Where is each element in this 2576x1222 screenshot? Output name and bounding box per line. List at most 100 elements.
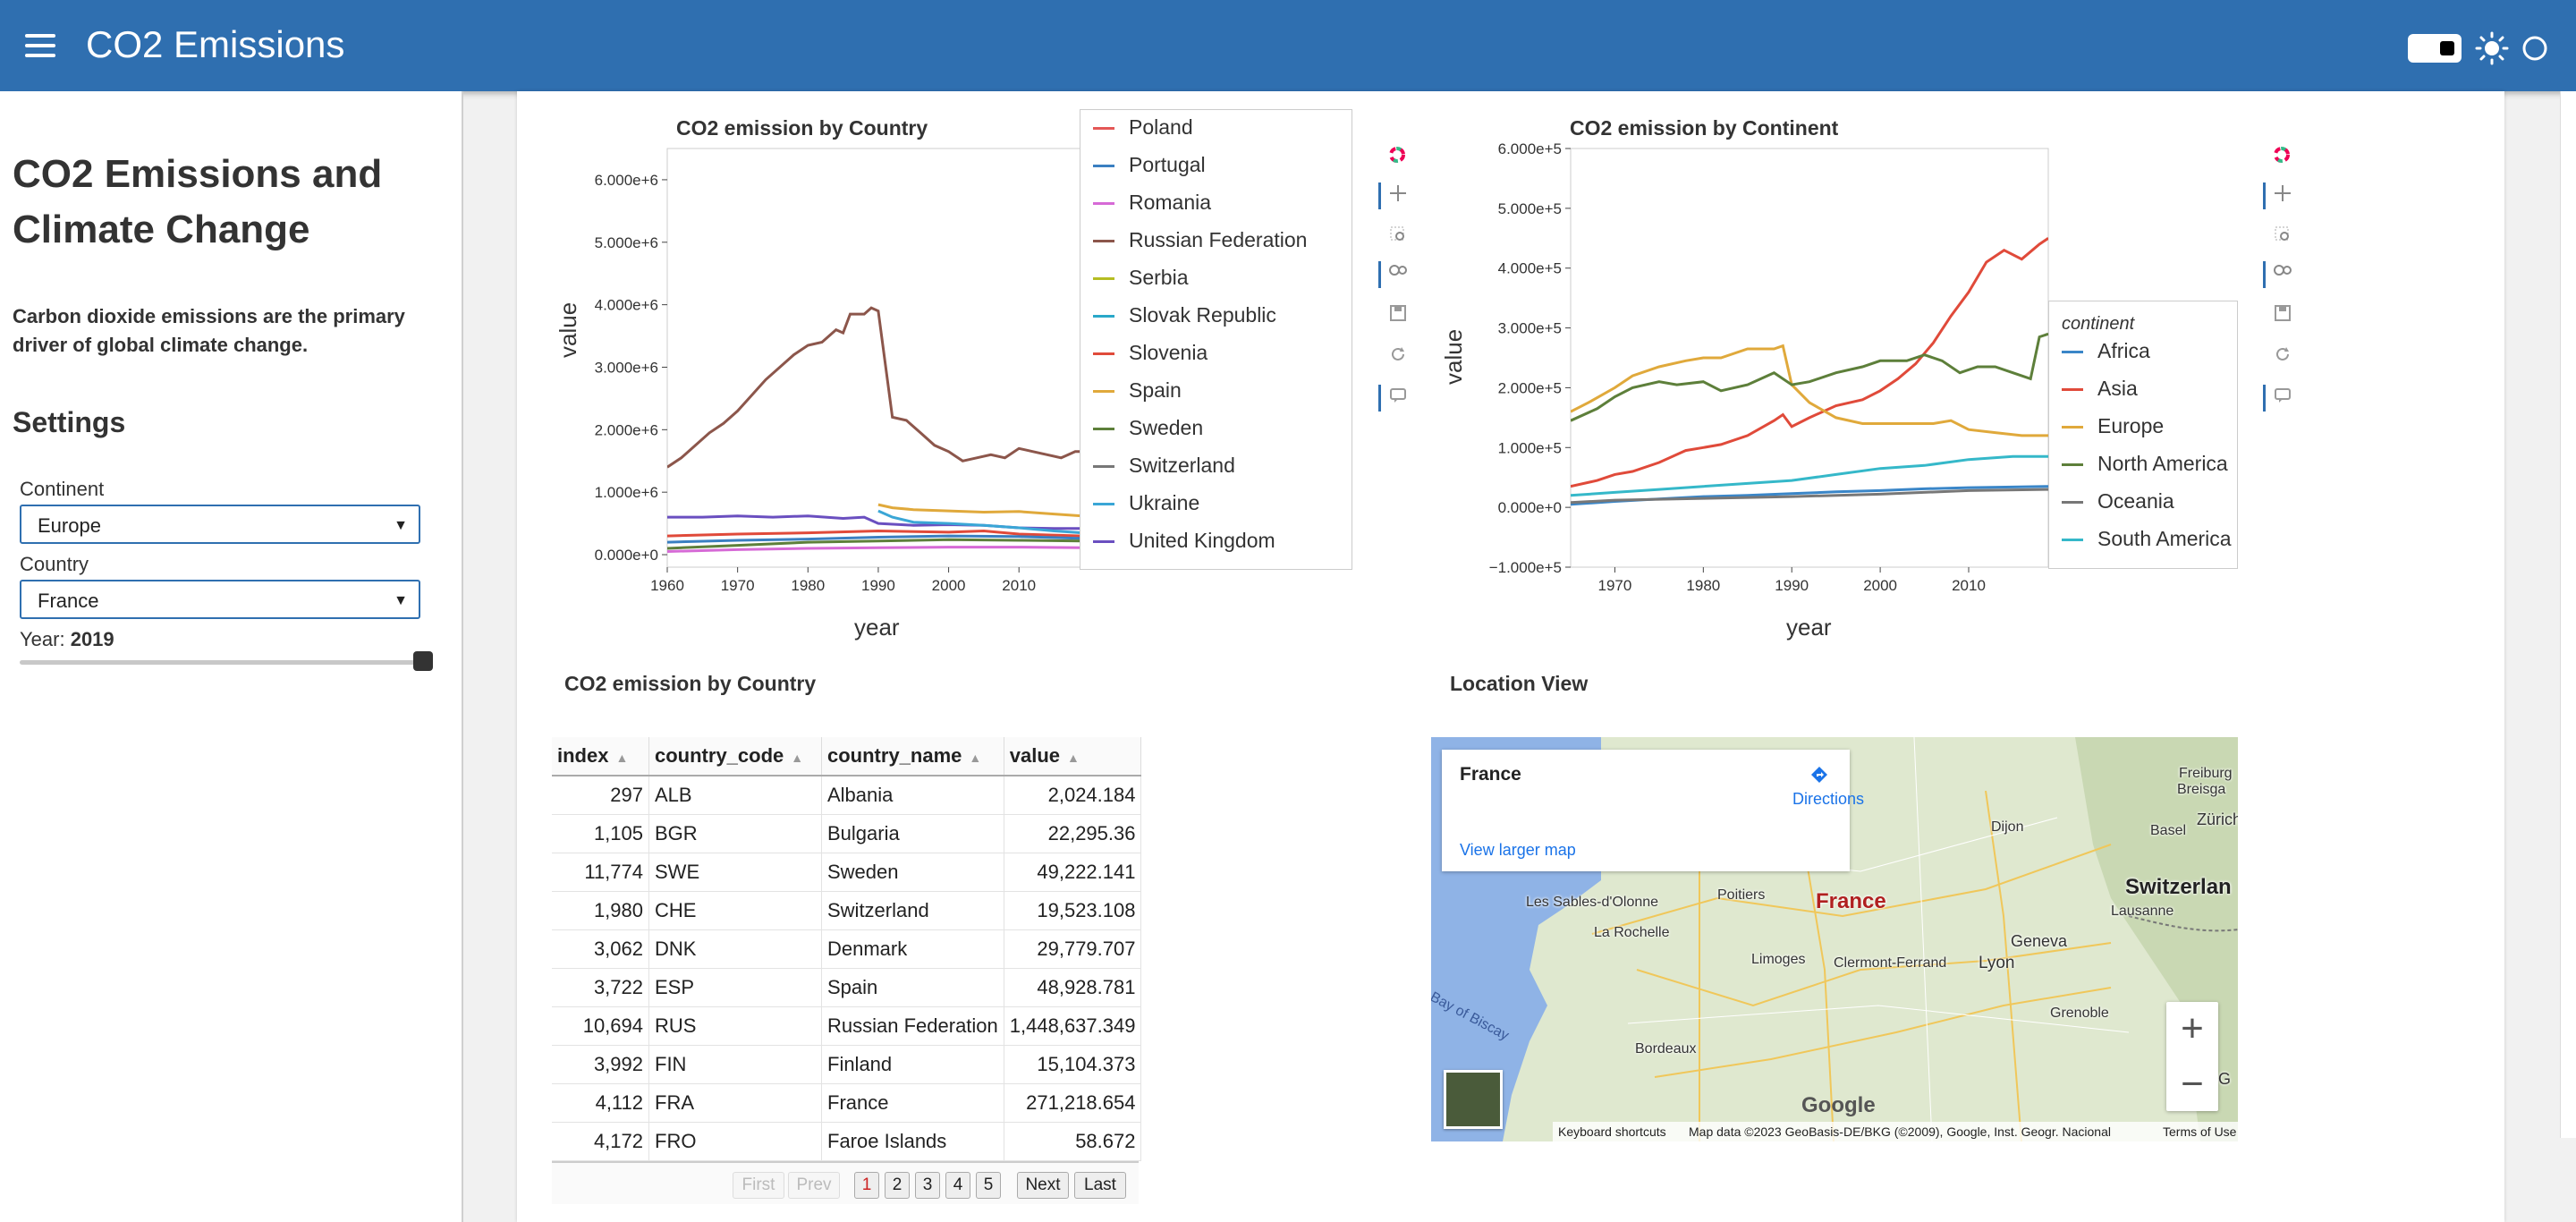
legend-item[interactable]: Oceania [2062,489,2174,516]
column-header-country-name[interactable]: country_name ▲ [821,737,1004,776]
pager-page-5[interactable]: 5 [976,1172,1001,1199]
year-slider-track[interactable] [20,660,422,665]
column-header-value[interactable]: value ▲ [1004,737,1142,776]
table-row[interactable]: 10,694 RUS Russian Federation 1,448,637.349 [552,1006,1142,1046]
legend-item[interactable]: North America [2062,452,2228,479]
legend-item[interactable]: Europe [2062,414,2164,441]
table-row[interactable]: 11,774 SWE Sweden 49,222.141 [552,853,1142,892]
continent-select[interactable]: Europe ▼ [20,505,420,544]
legend-item[interactable]: Portugal [1093,153,1206,180]
caret-down-icon: ▼ [394,518,408,533]
legend-item[interactable]: United Kingdom [1093,529,1275,556]
menu-icon[interactable] [25,34,55,59]
country-label: Country [20,553,89,575]
legend-item[interactable]: Spain [1093,378,1182,405]
reset-icon[interactable] [2263,342,2299,372]
legend-swatch [1093,277,1114,281]
table-cell-index: 10,694 [552,1006,649,1046]
chart-continent-legend[interactable]: continent Africa Asia Europe North America O… [2048,301,2238,569]
table-cell-country-name: Albania [821,776,1004,815]
pager-prev-button[interactable]: Prev [788,1172,840,1199]
keyboard-shortcuts-link[interactable]: Keyboard shortcuts [1558,1124,1666,1139]
legend-swatch [1093,465,1114,469]
reset-icon[interactable] [1378,342,1414,372]
legend-label: Slovak Republic [1129,303,1276,327]
bokeh-logo-icon[interactable] [2263,143,2299,174]
legend-item[interactable]: Sweden [1093,416,1203,443]
legend-item[interactable]: Africa [2062,339,2150,366]
pager-page-4[interactable]: 4 [945,1172,970,1199]
pager-page-2[interactable]: 2 [885,1172,910,1199]
table-row[interactable]: 297 ALB Albania 2,024.184 [552,776,1142,815]
legend-item[interactable]: Asia [2062,377,2138,403]
legend-item[interactable]: Romania [1093,191,1211,217]
legend-swatch [2062,351,2083,354]
wheel-zoom-icon[interactable] [1378,259,1414,290]
table-cell-value: 29,779.707 [1004,929,1142,969]
save-icon[interactable] [1378,301,1414,331]
legend-item[interactable]: Poland [1093,115,1193,142]
bokeh-logo-icon[interactable] [1378,143,1414,174]
legend-label: Switzerland [1129,454,1235,477]
table-row[interactable]: 1,105 BGR Bulgaria 22,295.36 [552,814,1142,853]
table-cell-index: 3,062 [552,929,649,969]
legend-swatch [2062,426,2083,429]
legend-item[interactable]: Russian Federation [1093,228,1307,255]
pager-last-button[interactable]: Last [1074,1172,1126,1199]
box-zoom-icon[interactable] [1378,222,1414,252]
theme-toggle[interactable] [2408,34,2462,63]
sun-icon[interactable] [2474,30,2510,66]
wheel-zoom-icon[interactable] [2263,259,2299,290]
google-logo: Google [1801,1093,1876,1117]
map-view[interactable]: Freiburg Breisga Dijon Basel Zürich Les … [1431,737,2238,1141]
table-row[interactable]: 3,722 ESP Spain 48,928.781 [552,968,1142,1007]
box-zoom-icon[interactable] [2263,222,2299,252]
map-title: Location View [1450,672,1589,695]
table-row[interactable]: 3,062 DNK Denmark 29,779.707 [552,929,1142,969]
directions-link[interactable]: Directions [1792,764,1864,809]
legend-swatch [2062,388,2083,392]
table-row[interactable]: 1,980 CHE Switzerland 19,523.108 [552,891,1142,930]
table-row[interactable]: 4,172 FRO Faroe Islands 58.672 [552,1122,1142,1161]
hover-icon[interactable] [2263,383,2299,413]
table-cell-country-code: FIN [648,1045,822,1084]
table-row[interactable]: 4,112 FRA France 271,218.654 [552,1083,1142,1123]
legend-item[interactable]: Switzerland [1093,454,1235,480]
pan-icon[interactable] [1378,181,1414,211]
pager-first-button[interactable]: First [733,1172,784,1199]
view-larger-map-link[interactable]: View larger map [1460,841,1576,860]
column-header-country-code[interactable]: country_code ▲ [648,737,822,776]
zoom-in-button[interactable]: + [2166,1002,2218,1056]
year-slider-handle[interactable] [413,651,433,671]
scrollbar[interactable] [2560,91,2576,1138]
y-tick-label: 1.000e+5 [1498,439,1562,456]
legend-item[interactable]: South America [2062,527,2232,554]
chart-country-legend[interactable]: Poland Portugal Romania Russian Federation S… [1080,109,1352,570]
pan-icon[interactable] [2263,181,2299,211]
save-icon[interactable] [2263,301,2299,331]
table-cell-country-name: Bulgaria [821,814,1004,853]
hover-icon[interactable] [1378,383,1414,413]
table-cell-index: 1,980 [552,891,649,930]
circle-icon[interactable] [2521,34,2549,63]
y-tick-label: 3.000e+6 [595,359,658,376]
zoom-out-button[interactable]: − [2166,1057,2218,1111]
pager-next-button[interactable]: Next [1017,1172,1069,1199]
legend-swatch [1093,202,1114,206]
column-header-index[interactable]: index ▲ [552,737,649,776]
table-cell-country-code: FRO [648,1122,822,1161]
map-type-toggle[interactable] [1444,1070,1503,1129]
legend-item[interactable]: Ukraine [1093,491,1199,518]
plot-area [1570,148,2049,568]
pager-page-1[interactable]: 1 [854,1172,879,1199]
legend-item[interactable]: Slovak Republic [1093,303,1276,330]
chart-continent-plot[interactable]: −1.000e+5 0.000e+0 1.000e+5 2.000e+5 3.000e+… [1449,143,2075,608]
table-row[interactable]: 3,992 FIN Finland 15,104.373 [552,1045,1142,1084]
terms-of-use-link[interactable]: Terms of Use [2163,1124,2236,1139]
x-tick-label: 2000 [1863,577,1897,594]
map-zoom-control: + − [2166,1002,2218,1111]
legend-item[interactable]: Slovenia [1093,341,1208,368]
pager-page-3[interactable]: 3 [915,1172,940,1199]
country-select[interactable]: France ▼ [20,580,420,619]
legend-item[interactable]: Serbia [1093,266,1188,293]
